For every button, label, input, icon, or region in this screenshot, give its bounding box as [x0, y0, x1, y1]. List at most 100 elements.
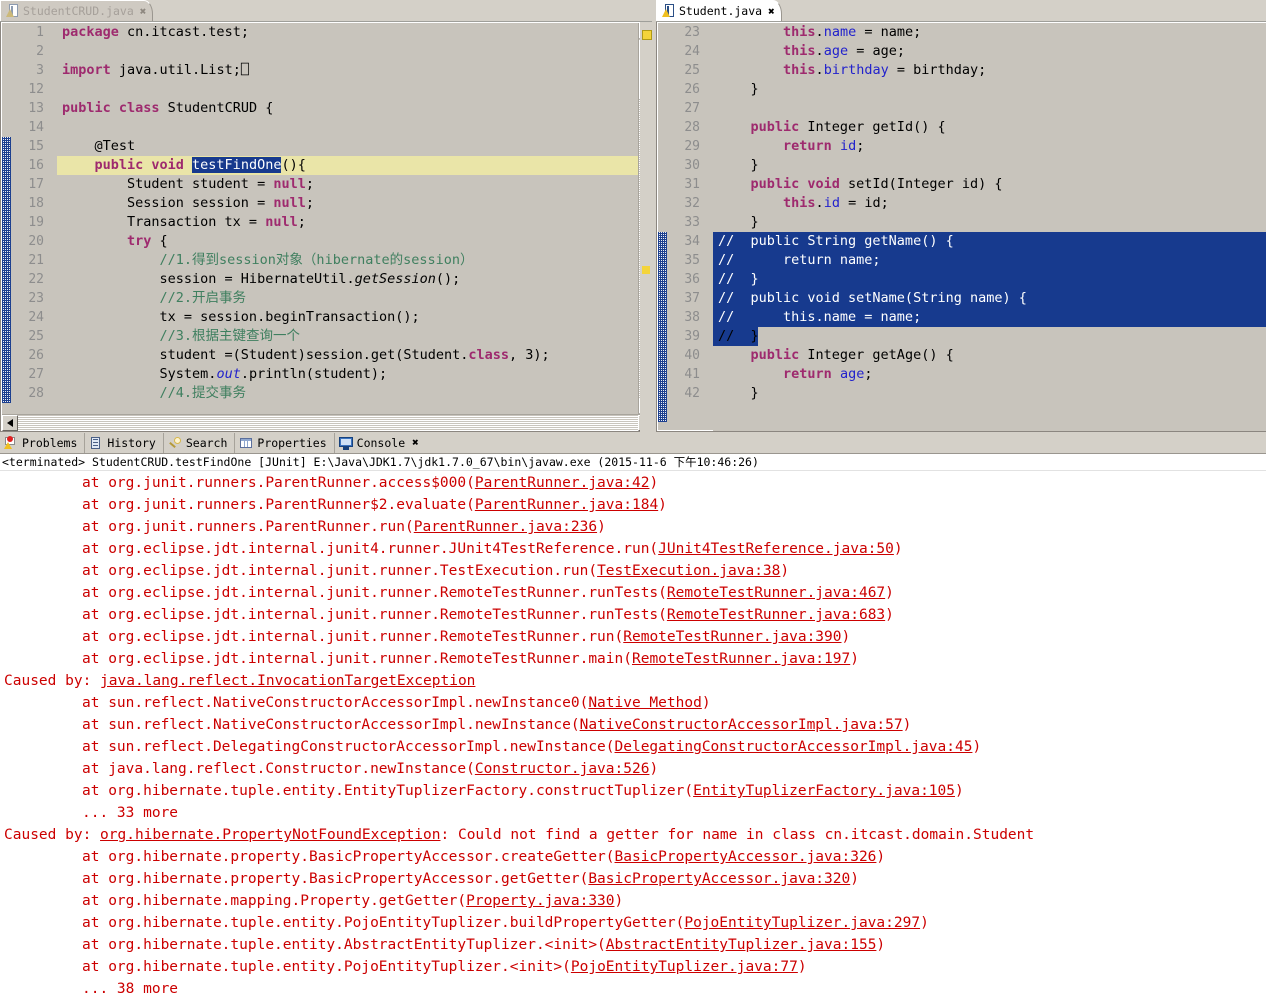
stacktrace-link[interactable]: BasicPropertyAccessor.java:326 — [615, 849, 877, 865]
code-line[interactable]: @Test — [57, 137, 638, 156]
editor-tab-studentcrud[interactable]: StudentCRUD.java ✖ — [0, 0, 154, 22]
stacktrace-link[interactable]: DelegatingConstructorAccessorImpl.java:4… — [615, 739, 973, 755]
code-token: Transaction tx = — [62, 214, 266, 230]
stacktrace-link[interactable]: java.lang.reflect.InvocationTargetExcept… — [100, 673, 475, 689]
code-line[interactable]: // this.name = name; — [713, 308, 1266, 327]
code-line[interactable]: //1.得到session对象（hibernate的session） — [57, 251, 638, 270]
code-line[interactable]: //4.提交事务 — [57, 384, 638, 403]
code-line[interactable]: public void setId(Integer id) { — [713, 175, 1266, 194]
code-token: id — [839, 138, 857, 154]
overview-marker-warning[interactable] — [642, 30, 652, 40]
stacktrace-link[interactable]: RemoteTestRunner.java:390 — [623, 629, 841, 645]
code-viewport-right[interactable]: 23 24 25 26 27 28- 29 30 31- 32 33 34 35 36 37 38 39 40- 4… — [656, 22, 1266, 432]
view-tab-console[interactable]: Console ✖ — [335, 433, 426, 453]
code-line[interactable]: } — [713, 156, 1266, 175]
source-code-right[interactable]: this.name = name; this.age = age; this.b… — [713, 23, 1266, 431]
console-view[interactable]: <terminated> StudentCRUD.testFindOne [JU… — [0, 453, 1266, 999]
eclipse-workbench: StudentCRUD.java ✖ 123+12131415-16171819… — [0, 0, 1266, 999]
source-code-left[interactable]: package cn.itcast.test; import java.util… — [57, 23, 638, 414]
fold-column-right[interactable] — [703, 23, 713, 430]
code-token: cn.itcast.test; — [127, 24, 249, 40]
overview-marker-task[interactable] — [642, 266, 650, 274]
code-line[interactable]: tx = session.beginTransaction(); — [57, 308, 638, 327]
code-line[interactable]: return id; — [713, 137, 1266, 156]
stacktrace-link[interactable]: PojoEntityTuplizer.java:297 — [684, 915, 920, 931]
editor-hscrollbar-left[interactable] — [2, 414, 654, 431]
code-line[interactable] — [57, 118, 638, 137]
code-line[interactable]: // } — [713, 270, 1266, 289]
line-number: 3+ — [11, 61, 54, 80]
code-line[interactable]: return age; — [713, 365, 1266, 384]
stacktrace-link[interactable]: ParentRunner.java:184 — [475, 497, 658, 513]
code-line[interactable]: import java.util.List;⎕ — [57, 61, 638, 80]
stacktrace-link[interactable]: EntityTuplizerFactory.java:105 — [693, 783, 955, 799]
code-token: = id; — [839, 195, 889, 211]
stacktrace-link[interactable]: JUnit4TestReference.java:50 — [658, 541, 894, 557]
view-tab-label: Properties — [257, 436, 327, 450]
close-icon[interactable]: ✖ — [766, 1, 775, 22]
console-line: at org.junit.runners.ParentRunner$2.eval… — [4, 494, 1266, 516]
stacktrace-link[interactable]: RemoteTestRunner.java:197 — [632, 651, 850, 667]
view-tab-problems[interactable]: Problems — [0, 433, 86, 453]
code-line[interactable]: this.name = name; — [713, 23, 1266, 42]
code-line[interactable]: // return name; — [713, 251, 1266, 270]
stacktrace-link[interactable]: BasicPropertyAccessor.java:320 — [588, 871, 850, 887]
line-number: 24 — [28, 310, 44, 325]
stacktrace-link[interactable]: Native Method — [588, 695, 702, 711]
fold-column-left[interactable] — [47, 23, 57, 430]
code-line[interactable]: //3.根据主键查询一个 — [57, 327, 638, 346]
code-line[interactable]: try { — [57, 232, 638, 251]
close-icon[interactable]: ✖ — [138, 1, 147, 22]
code-line[interactable]: public void testFindOne(){ — [57, 156, 638, 175]
stacktrace-link[interactable]: NativeConstructorAccessorImpl.java:57 — [580, 717, 903, 733]
stacktrace-link[interactable]: RemoteTestRunner.java:683 — [667, 607, 885, 623]
stacktrace-link[interactable]: TestExecution.java:38 — [597, 563, 780, 579]
close-icon[interactable]: ✖ — [409, 433, 419, 453]
scroll-left-icon[interactable] — [2, 415, 18, 431]
code-line[interactable]: Transaction tx = null; — [57, 213, 638, 232]
view-tab-history[interactable]: History — [85, 433, 164, 453]
editor-tab-student[interactable]: Student.java ✖ — [656, 0, 782, 21]
code-line[interactable]: this.birthday = birthday; — [713, 61, 1266, 80]
stacktrace-link[interactable]: ParentRunner.java:236 — [414, 519, 597, 535]
code-line[interactable]: } — [713, 213, 1266, 232]
code-line[interactable]: package cn.itcast.test; — [57, 23, 638, 42]
code-line[interactable]: public Integer getId() { — [713, 118, 1266, 137]
stacktrace-link[interactable]: Property.java:330 — [466, 893, 614, 909]
stacktrace-link[interactable]: AbstractEntityTuplizer.java:155 — [606, 937, 877, 953]
console-line: at org.eclipse.jdt.internal.junit.runner… — [4, 648, 1266, 670]
console-text: ) — [649, 761, 659, 777]
code-line[interactable] — [57, 42, 638, 61]
stacktrace-link[interactable]: PojoEntityTuplizer.java:77 — [571, 959, 798, 975]
code-token: = birthday; — [888, 62, 987, 78]
console-output[interactable]: at org.junit.runners.ParentRunner.access… — [0, 472, 1266, 999]
code-line[interactable] — [713, 99, 1266, 118]
code-line[interactable]: System.out.println(student); — [57, 365, 638, 384]
code-line[interactable]: student =(Student)session.get(Student.cl… — [57, 346, 638, 365]
code-viewport-left[interactable]: 123+12131415-16171819202122232425262728 … — [0, 22, 656, 432]
code-line[interactable]: Student student = null; — [57, 175, 638, 194]
code-line[interactable]: } — [713, 384, 1266, 403]
code-line[interactable]: public class StudentCRUD { — [57, 99, 638, 118]
code-line[interactable]: // public void setName(String name) { — [713, 289, 1266, 308]
stacktrace-link[interactable]: Constructor.java:526 — [475, 761, 650, 777]
code-line[interactable]: // } — [713, 327, 1266, 346]
stacktrace-link[interactable]: RemoteTestRunner.java:467 — [667, 585, 885, 601]
code-token: session = HibernateUtil. — [62, 271, 355, 287]
code-token: import — [62, 62, 119, 78]
code-line[interactable]: this.id = id; — [713, 194, 1266, 213]
code-line[interactable]: } — [713, 80, 1266, 99]
code-line[interactable]: session = HibernateUtil.getSession(); — [57, 270, 638, 289]
stacktrace-link[interactable]: org.hibernate.PropertyNotFoundException — [100, 827, 440, 843]
code-line[interactable] — [57, 80, 638, 99]
code-line[interactable]: public Integer getAge() { — [713, 346, 1266, 365]
code-line[interactable]: Session session = null; — [57, 194, 638, 213]
code-line[interactable]: // public String getName() { — [713, 232, 1266, 251]
code-token: .println(student); — [240, 366, 388, 382]
stacktrace-link[interactable]: ParentRunner.java:42 — [475, 475, 650, 491]
view-tab-search[interactable]: Search — [164, 433, 236, 453]
editor-pane-left: StudentCRUD.java ✖ 123+12131415-16171819… — [0, 0, 656, 432]
view-tab-properties[interactable]: Properties — [235, 433, 335, 453]
code-line[interactable]: //2.开启事务 — [57, 289, 638, 308]
code-line[interactable]: this.age = age; — [713, 42, 1266, 61]
